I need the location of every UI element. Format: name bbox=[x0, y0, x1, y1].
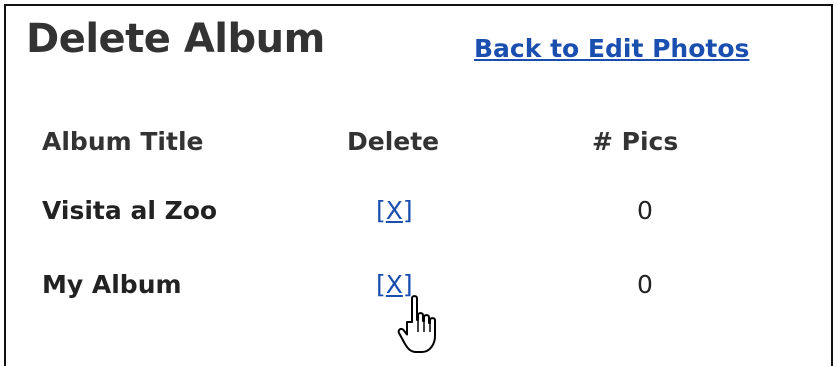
hand-pointer-icon bbox=[397, 295, 436, 353]
delete-x-icon: X bbox=[385, 196, 403, 225]
back-to-edit-photos-link[interactable]: Back to Edit Photos bbox=[474, 34, 749, 63]
delete-bracket-open: [ bbox=[376, 196, 386, 225]
pics-count-cell: 0 bbox=[637, 196, 653, 225]
delete-bracket-close: ] bbox=[402, 196, 413, 225]
album-title-cell: My Album bbox=[42, 270, 182, 299]
delete-bracket-open: [ bbox=[376, 270, 386, 299]
header-album-title: Album Title bbox=[42, 127, 204, 156]
album-title-cell: Visita al Zoo bbox=[42, 196, 218, 225]
pics-count-cell: 0 bbox=[637, 270, 653, 299]
header-delete: Delete bbox=[347, 127, 440, 156]
page-title: Delete Album bbox=[26, 16, 325, 62]
delete-album-link[interactable]: [X] bbox=[376, 196, 413, 225]
header-pics: # Pics bbox=[592, 127, 679, 156]
